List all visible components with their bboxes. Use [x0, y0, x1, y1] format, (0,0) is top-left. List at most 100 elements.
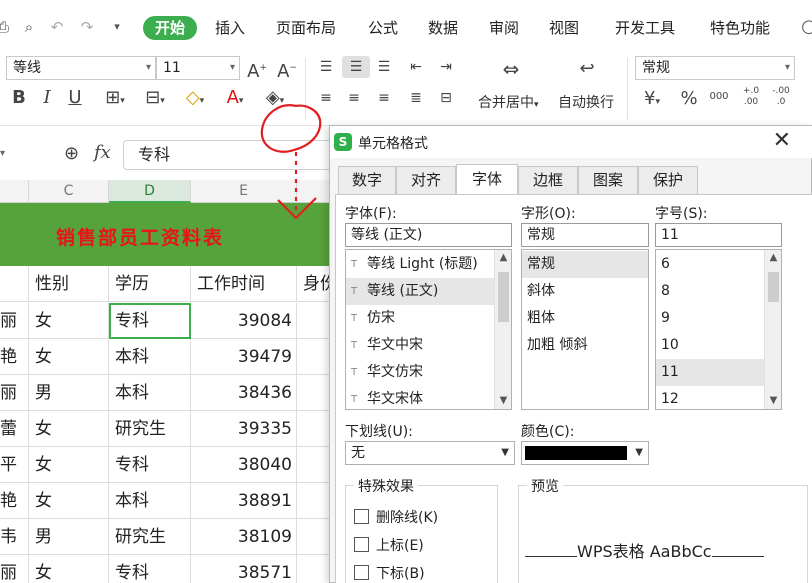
cell-style-icon[interactable]: ⊟▾	[138, 87, 172, 112]
font-list-scrollbar[interactable]: ▲ ▼	[494, 250, 511, 409]
scroll-thumb[interactable]	[768, 272, 779, 302]
redo-icon[interactable]: ↷	[78, 18, 96, 36]
table-cell[interactable]: 蕾	[0, 411, 29, 447]
table-cell[interactable]: 丽	[0, 375, 29, 411]
list-item[interactable]: 6	[656, 251, 764, 278]
table-cell[interactable]: 38040	[191, 447, 297, 483]
table-cell[interactable]: 本科	[109, 339, 191, 375]
list-item-selected[interactable]: 11	[656, 359, 764, 386]
fx-icon[interactable]: fx	[94, 142, 111, 163]
tab-font[interactable]: 字体	[456, 164, 518, 194]
align-right-icon[interactable]: ≡	[372, 87, 396, 109]
column-header-b[interactable]	[0, 180, 29, 203]
font-input[interactable]: 等线 (正文)	[345, 223, 512, 247]
tab-developer[interactable]: 开发工具	[615, 16, 675, 40]
table-cell[interactable]: 女	[29, 339, 109, 375]
header-education[interactable]: 学历	[109, 266, 191, 302]
table-cell[interactable]: 本科	[109, 483, 191, 519]
tab-insert[interactable]: 插入	[215, 16, 245, 40]
indent-increase-icon[interactable]: ⇥	[434, 56, 458, 78]
superscript-label[interactable]: 上标(E)	[376, 535, 424, 555]
table-cell[interactable]: 39335	[191, 411, 297, 447]
underline-select[interactable]: 无 ▼	[345, 441, 515, 465]
tab-protection[interactable]: 保护	[638, 166, 698, 194]
merge-center-button[interactable]: 合并居中▾	[478, 92, 539, 112]
table-cell[interactable]: 艳	[0, 483, 29, 519]
table-cell[interactable]	[0, 266, 29, 302]
zoom-icon[interactable]: ⊕	[64, 143, 79, 164]
header-gender[interactable]: 性别	[29, 266, 109, 302]
column-header-c[interactable]: C	[29, 180, 109, 203]
color-select[interactable]: ▼	[521, 441, 649, 465]
selected-cell[interactable]: 专科	[109, 303, 191, 339]
table-cell[interactable]: 38891	[191, 483, 297, 519]
strikethrough-label[interactable]: 删除线(K)	[376, 507, 438, 527]
tab-review[interactable]: 审阅	[489, 16, 519, 40]
scroll-up-icon[interactable]: ▲	[765, 250, 781, 266]
table-cell[interactable]: 研究生	[109, 519, 191, 555]
list-item[interactable]: T 仿宋	[346, 305, 494, 332]
table-cell[interactable]: 女	[29, 555, 109, 583]
tab-home[interactable]: 开始	[143, 16, 198, 40]
table-cell[interactable]: 专科	[109, 555, 191, 583]
decrease-decimal-icon[interactable]: -.00 .0	[768, 86, 794, 108]
table-cell[interactable]: 38571	[191, 555, 297, 583]
list-item[interactable]: T 华文宋体	[346, 386, 494, 409]
decrease-font-icon[interactable]: A−	[276, 57, 298, 83]
table-cell[interactable]: 丽	[0, 555, 29, 583]
number-format-combo[interactable]: 常规 ▾	[635, 56, 795, 80]
scroll-down-icon[interactable]: ▼	[495, 393, 511, 409]
increase-font-icon[interactable]: A+	[246, 57, 268, 83]
italic-icon[interactable]: I	[36, 87, 58, 109]
style-list[interactable]: 常规 斜体 粗体 加粗 倾斜	[521, 249, 649, 410]
tab-view[interactable]: 视图	[549, 16, 579, 40]
style-input[interactable]: 常规	[521, 223, 649, 247]
list-item[interactable]: T 等线 Light (标题)	[346, 251, 494, 278]
increase-decimal-icon[interactable]: +.0 .00	[738, 86, 764, 108]
borders-icon[interactable]: ⊞▾	[98, 87, 132, 112]
list-item[interactable]: 9	[656, 305, 764, 332]
tab-alignment[interactable]: 对齐	[396, 166, 456, 194]
list-item[interactable]: 12	[656, 386, 764, 409]
list-item-selected[interactable]: 常规	[522, 251, 648, 278]
dialog-title-bar[interactable]: S 单元格格式 ✕	[330, 126, 812, 158]
scroll-up-icon[interactable]: ▲	[495, 250, 511, 266]
search-icon[interactable]: ○	[800, 18, 812, 36]
tab-border[interactable]: 边框	[518, 166, 578, 194]
print-icon[interactable]: ⎙	[0, 18, 12, 36]
list-item[interactable]: 加粗 倾斜	[522, 332, 648, 359]
bold-icon[interactable]: B	[8, 87, 30, 109]
indent-decrease-icon[interactable]: ⇤	[404, 56, 428, 78]
table-cell[interactable]: 39479	[191, 339, 297, 375]
subscript-checkbox[interactable]	[354, 565, 369, 580]
list-item[interactable]: 8	[656, 278, 764, 305]
align-top-icon[interactable]: ☰	[314, 56, 338, 78]
font-size-combo[interactable]: 11 ▾	[156, 56, 240, 80]
list-item[interactable]: T 华文仿宋	[346, 359, 494, 386]
close-icon[interactable]: ✕	[773, 129, 791, 153]
list-item[interactable]: 粗体	[522, 305, 648, 332]
justify-icon[interactable]: ≣	[404, 87, 428, 109]
column-header-d[interactable]: D	[109, 180, 191, 203]
align-bottom-icon[interactable]: ☰	[372, 56, 396, 78]
header-work-date[interactable]: 工作时间	[191, 266, 297, 302]
list-item[interactable]: 10	[656, 332, 764, 359]
tab-data[interactable]: 数据	[428, 16, 458, 40]
tab-pattern[interactable]: 图案	[578, 166, 638, 194]
percent-icon[interactable]: %	[678, 88, 700, 110]
size-list-scrollbar[interactable]: ▲ ▼	[764, 250, 781, 409]
merge-center-icon[interactable]: ⇔	[496, 58, 526, 80]
table-cell[interactable]: 女	[29, 483, 109, 519]
superscript-checkbox[interactable]	[354, 537, 369, 552]
table-cell[interactable]: 韦	[0, 519, 29, 555]
tab-page-layout[interactable]: 页面布局	[276, 16, 336, 40]
table-cell[interactable]: 女	[29, 411, 109, 447]
font-name-combo[interactable]: 等线 ▾	[6, 56, 156, 80]
scroll-thumb[interactable]	[498, 272, 509, 322]
chevron-down-icon[interactable]: ▾	[108, 18, 126, 36]
table-cell[interactable]: 女	[29, 447, 109, 483]
size-list[interactable]: 6 8 9 10 11 12 ▲ ▼	[655, 249, 782, 410]
font-color-icon[interactable]: A▾	[218, 87, 252, 112]
tab-formulas[interactable]: 公式	[368, 16, 398, 40]
subscript-label[interactable]: 下标(B)	[376, 563, 425, 583]
